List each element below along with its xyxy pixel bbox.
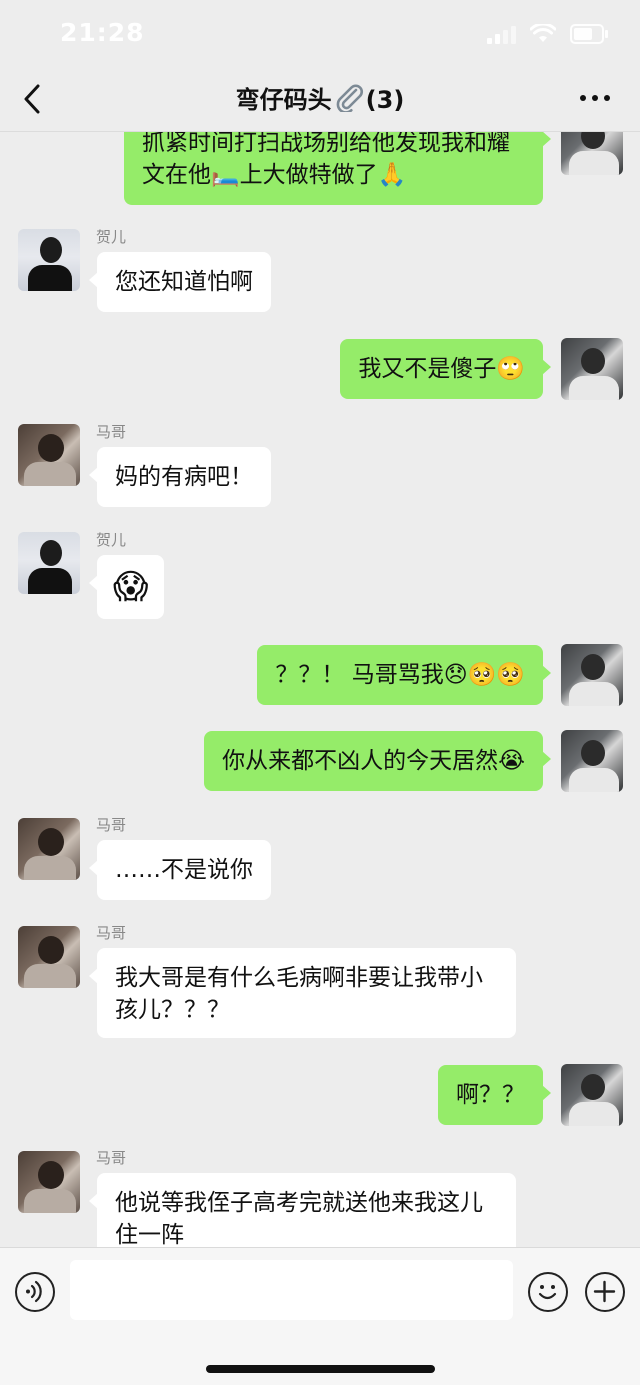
sender-name: 马哥 — [96, 924, 127, 942]
chat-title[interactable]: 弯仔码头 (3) — [0, 80, 640, 115]
wifi-icon — [530, 24, 556, 42]
message-bubble[interactable]: 😱 — [88, 555, 165, 619]
my-avatar[interactable] — [561, 1064, 623, 1126]
battery-icon — [570, 24, 608, 44]
sender-name: 马哥 — [96, 816, 127, 834]
chat-title-name: 弯仔码头 — [235, 86, 332, 114]
message-bubble[interactable]: 我大哥是有什么毛病啊非要让我带小孩儿？？？ — [89, 948, 516, 1038]
cellular-signal-icon — [487, 26, 516, 44]
sender-avatar[interactable] — [18, 229, 80, 291]
more-functions-button[interactable] — [585, 1272, 625, 1312]
my-avatar[interactable] — [561, 644, 623, 706]
chat-area[interactable]: 抓紧时间打扫战场别给他发现我和耀文在他🛏️上大做特做了🙏 贺儿 您还知道怕啊 我… — [0, 0, 640, 1248]
more-options-icon[interactable] — [580, 95, 610, 103]
sender-avatar[interactable] — [18, 424, 80, 486]
sender-avatar[interactable] — [18, 532, 80, 594]
message-bubble[interactable]: ？？！ 马哥骂我😞🥺🥺 — [257, 645, 551, 705]
my-avatar[interactable] — [561, 730, 623, 792]
message-bubble[interactable]: 啊？？ — [438, 1065, 551, 1125]
voice-icon — [26, 1280, 42, 1303]
top-bar: 21:28 弯仔码头 (3) — [0, 0, 640, 132]
sender-name: 贺儿 — [96, 531, 127, 549]
home-indicator[interactable] — [206, 1365, 435, 1373]
sender-avatar[interactable] — [18, 1151, 80, 1213]
message-bubble[interactable]: 我又不是傻子🙄 — [340, 339, 551, 399]
message-bubble[interactable]: 你从来都不凶人的今天居然😭 — [204, 731, 551, 791]
plus-icon — [593, 1280, 616, 1303]
sender-name: 贺儿 — [96, 228, 127, 246]
status-time: 21:28 — [60, 18, 145, 47]
sender-name: 马哥 — [96, 1149, 127, 1167]
chat-member-count: (3) — [365, 86, 405, 114]
message-bubble[interactable]: 他说等我侄子高考完就送他来我这儿住一阵 — [89, 1173, 516, 1248]
sender-name: 马哥 — [96, 423, 127, 441]
sender-avatar[interactable] — [18, 818, 80, 880]
sender-avatar[interactable] — [18, 926, 80, 988]
message-bubble[interactable]: 妈的有病吧！ — [89, 447, 271, 507]
paperclip-icon — [336, 84, 363, 112]
voice-input-button[interactable] — [15, 1272, 55, 1312]
my-avatar[interactable] — [561, 338, 623, 400]
message-input[interactable] — [70, 1260, 513, 1320]
emoji-button[interactable] — [528, 1272, 568, 1312]
message-bubble[interactable]: ……不是说你 — [89, 840, 271, 900]
smiley-icon — [538, 1285, 557, 1300]
status-icons — [487, 24, 608, 44]
message-bubble[interactable]: 您还知道怕啊 — [89, 252, 271, 312]
